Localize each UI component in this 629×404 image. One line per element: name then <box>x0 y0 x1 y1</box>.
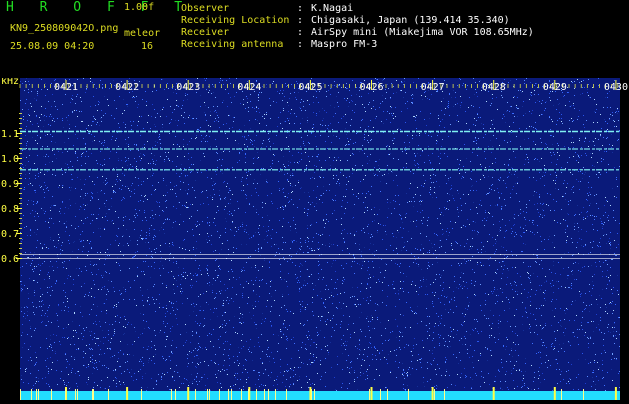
info-value: K.Nagai <box>311 3 353 14</box>
meteor-label: meleor <box>124 28 160 39</box>
y-tick-label: 0.6 <box>1 254 19 265</box>
bottom-spike <box>561 389 562 400</box>
bottom-spike <box>380 389 381 400</box>
bottom-tick <box>432 387 434 400</box>
bottom-spike <box>36 389 37 400</box>
bottom-spike <box>268 389 269 400</box>
bottom-spike <box>207 389 208 400</box>
time-tick-label: 0430 <box>604 82 628 93</box>
spectrogram-panel: kHz 1.1 1.0 0.9 0.8 0.7 0.6 0421 0422 0423 0424 0… <box>0 78 629 400</box>
bottom-tick <box>187 387 189 400</box>
bottom-spike <box>387 389 388 400</box>
y-axis: kHz 1.1 1.0 0.9 0.8 0.7 0.6 <box>1 78 22 265</box>
bottom-spike <box>275 389 276 400</box>
bottom-spike <box>434 389 435 400</box>
info-location: Receiving Location:Chigasaki, Japan (139… <box>181 15 510 26</box>
bottom-tick <box>554 387 556 400</box>
filename-label: KN9_250809042O.png <box>10 23 118 34</box>
bottom-tick <box>126 387 128 400</box>
bottom-spike <box>65 389 66 400</box>
bottom-spike <box>256 389 257 400</box>
bottom-spike <box>231 389 232 400</box>
time-tick-label: 0423 <box>176 82 200 93</box>
bottom-spike <box>77 389 78 400</box>
timestamp-label: 25.08.09 04:20 <box>10 41 94 52</box>
time-tick-label: 0428 <box>482 82 506 93</box>
bottom-spike <box>38 389 39 400</box>
time-tick-label: 0425 <box>298 82 322 93</box>
bottom-spike <box>444 389 445 400</box>
bottom-spike <box>286 389 287 400</box>
bottom-tick <box>615 387 617 400</box>
time-tick-label: 0426 <box>360 82 384 93</box>
y-tick-label: 0.7 <box>1 229 19 240</box>
bottom-tick <box>371 387 373 400</box>
bottom-spike <box>311 389 312 400</box>
bottom-spike <box>264 389 265 400</box>
bottom-spike <box>219 389 220 400</box>
time-tick-label: 0422 <box>115 82 139 93</box>
info-value: Maspro FM-3 <box>311 39 377 50</box>
bottom-spike <box>141 389 142 400</box>
bottom-spike <box>75 389 76 400</box>
time-tick-label: 0424 <box>237 82 261 93</box>
y-tick-label: 1.0 <box>1 154 19 165</box>
bottom-spike <box>228 389 229 400</box>
bottom-spike <box>369 389 370 400</box>
y-tick-label: 1.1 <box>1 129 19 140</box>
bottom-spike <box>209 389 210 400</box>
header: H R O F F T 1.00f KN9_250809042O.png mel… <box>0 0 629 78</box>
info-antenna: Receiving antenna:Maspro FM-3 <box>181 39 377 50</box>
bottom-band <box>20 391 620 400</box>
bottom-spike <box>248 389 249 400</box>
bottom-spike <box>314 389 315 400</box>
bottom-spike <box>20 389 21 400</box>
bottom-spike <box>175 389 176 400</box>
info-receiver: Receiver:AirSpy mini (Miakejima VOR 108.… <box>181 27 534 38</box>
bottom-tick <box>493 387 495 400</box>
info-label: Receiving Location <box>181 15 297 26</box>
time-tick-label: 0427 <box>421 82 445 93</box>
bottom-spike <box>51 389 52 400</box>
info-value: Chigasaki, Japan (139.414 35.340) <box>311 15 510 26</box>
bottom-spike <box>241 389 242 400</box>
bottom-spike <box>108 389 109 400</box>
spectrogram: kHz 1.1 1.0 0.9 0.8 0.7 0.6 0421 0422 0423 0424 0… <box>0 78 629 400</box>
info-value: AirSpy mini (Miakejima VOR 108.65MHz) <box>311 27 534 38</box>
meteor-count: 16 <box>141 41 153 52</box>
y-tick-label: 0.8 <box>1 204 19 215</box>
bottom-spike <box>408 389 409 400</box>
bottom-spike <box>93 389 94 400</box>
bottom-spike <box>171 389 172 400</box>
info-label: Receiver <box>181 27 297 38</box>
bottom-spike <box>195 389 196 400</box>
time-tick-label: 0429 <box>543 82 567 93</box>
bottom-spike <box>31 389 32 400</box>
bottom-spike <box>583 389 584 400</box>
version-label: 1.00f <box>124 2 154 13</box>
app-title: H R O F F T <box>6 0 191 15</box>
y-tick-label: 0.9 <box>1 179 19 190</box>
time-tick-label: 0421 <box>54 82 78 93</box>
info-label: Observer <box>181 3 297 14</box>
info-observer: Observer:K.Nagai <box>181 3 353 14</box>
info-label: Receiving antenna <box>181 39 297 50</box>
y-unit-label: kHz <box>1 78 19 87</box>
bottom-spike <box>92 389 93 400</box>
